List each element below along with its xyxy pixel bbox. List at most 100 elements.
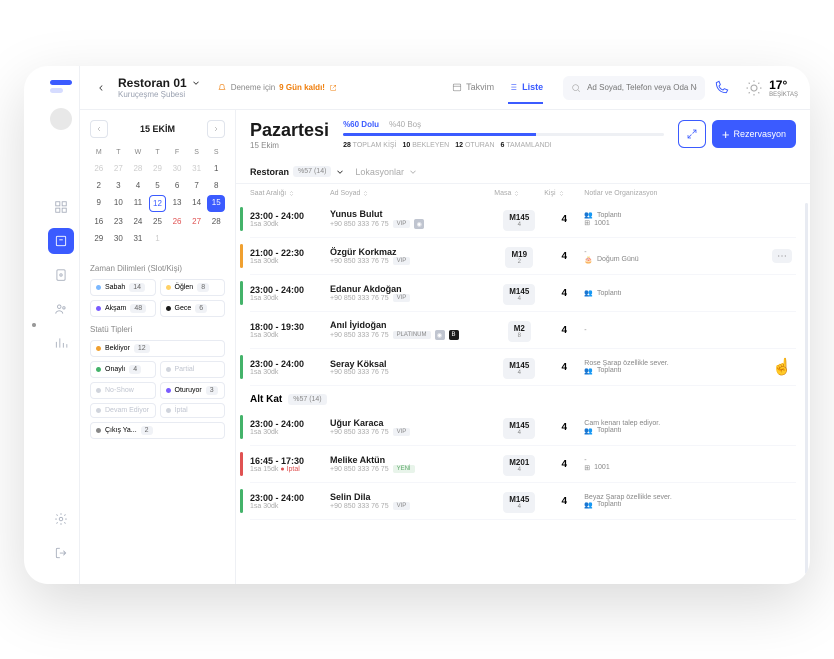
row-notes: Beyaz Şarap özellikle sever.👥Toplantı (584, 494, 772, 509)
cal-day[interactable]: 30 (110, 231, 128, 246)
sort-icon (558, 190, 565, 197)
cal-day[interactable]: 15 (207, 195, 225, 212)
row-notes: - (584, 327, 772, 334)
slot-chip[interactable]: Öğlen8 (160, 279, 226, 296)
cal-day[interactable] (168, 231, 186, 246)
slot-chip[interactable]: Gece6 (160, 300, 226, 317)
cal-day[interactable]: 12 (149, 195, 167, 212)
cal-day[interactable]: 28 (129, 161, 147, 176)
tab-restaurant[interactable]: Restoran%57 (14) (250, 160, 345, 183)
cal-day[interactable]: 14 (188, 195, 206, 212)
cal-weekday: W (129, 146, 147, 159)
sort-icon (288, 190, 295, 197)
cal-day[interactable]: 2 (90, 178, 108, 193)
user-avatar[interactable] (50, 108, 72, 130)
nav-dashboard[interactable] (48, 194, 74, 220)
sub-section-header[interactable]: Alt Kat%57 (14) (250, 386, 796, 409)
reservation-row[interactable]: 21:00 - 22:301sa 30dk Özgür Korkmaz+90 8… (250, 238, 796, 275)
row-people: 4 (544, 422, 584, 433)
total-stat: 6 TAMAMLANDI (501, 142, 552, 149)
new-reservation-button[interactable]: +Rezervasyon (712, 120, 796, 148)
calendar-prev[interactable] (90, 120, 108, 138)
col-ppl[interactable]: Kişi (544, 190, 584, 197)
cal-day[interactable]: 26 (168, 214, 186, 229)
cal-day[interactable]: 5 (149, 178, 167, 193)
cal-day[interactable]: 29 (90, 231, 108, 246)
status-chip[interactable]: Çıkış Ya...2 (90, 422, 225, 439)
row-time: 23:00 - 24:00 (250, 359, 330, 369)
reservation-row[interactable]: 23:00 - 24:001sa 30dk Edanur Akdoğan+90 … (250, 275, 796, 312)
back-button[interactable] (92, 79, 110, 97)
status-chip[interactable]: Partial (160, 361, 226, 378)
cal-day[interactable]: 6 (168, 178, 186, 193)
row-phone: +90 850 333 76 75VIP (330, 502, 494, 510)
status-chip[interactable]: Onaylı4 (90, 361, 156, 378)
reservation-row[interactable]: 23:00 - 24:001sa 30dk Uğur Karaca+90 850… (250, 409, 796, 446)
cal-day[interactable]: 31 (188, 161, 206, 176)
reservation-row[interactable]: 18:00 - 19:301sa 30dk Anıl İyidoğan+90 8… (250, 312, 796, 349)
tab-locations[interactable]: Lokasyonlar (355, 161, 418, 183)
reservation-row[interactable]: 23:00 - 24:001sa 30dk Seray Köksal+90 85… (250, 349, 796, 386)
view-list[interactable]: Liste (508, 82, 543, 104)
status-chip[interactable]: Bekliyor12 (90, 340, 225, 357)
phone-icon[interactable] (713, 80, 729, 96)
cal-day[interactable] (207, 231, 225, 246)
calendar-next[interactable] (207, 120, 225, 138)
cal-day[interactable]: 16 (90, 214, 108, 229)
cal-day[interactable]: 30 (168, 161, 186, 176)
cal-day[interactable]: 31 (129, 231, 147, 246)
cal-day[interactable]: 27 (188, 214, 206, 229)
view-calendar[interactable]: Takvim (452, 82, 494, 104)
nav-analytics[interactable] (48, 330, 74, 356)
col-time[interactable]: Saat Aralığı (250, 190, 330, 197)
nav-reports[interactable] (48, 262, 74, 288)
expand-button[interactable] (678, 120, 706, 148)
cal-day[interactable]: 25 (149, 214, 167, 229)
cal-day[interactable]: 1 (149, 231, 167, 246)
cal-day[interactable]: 9 (90, 195, 108, 212)
reservation-row[interactable]: 23:00 - 24:001sa 30dk Yunus Bulut+90 850… (250, 201, 796, 238)
cal-day[interactable]: 3 (110, 178, 128, 193)
cal-day[interactable]: 24 (129, 214, 147, 229)
status-chip[interactable]: İptal (160, 403, 226, 418)
cal-day[interactable]: 11 (129, 195, 147, 212)
restaurant-name[interactable]: Restoran 01 (118, 76, 187, 90)
cal-day[interactable]: 7 (188, 178, 206, 193)
cal-day[interactable]: 26 (90, 161, 108, 176)
cal-day[interactable] (90, 248, 108, 254)
more-button[interactable]: ⋯ (772, 249, 792, 263)
cal-day[interactable]: 1 (207, 161, 225, 176)
nav-logout[interactable] (48, 540, 74, 566)
reservation-row[interactable]: 23:00 - 24:001sa 30dk Selin Dila+90 850 … (250, 483, 796, 520)
cal-day[interactable]: 13 (168, 195, 186, 212)
cal-weekday: T (149, 146, 167, 159)
cal-day[interactable]: 4 (129, 178, 147, 193)
col-name[interactable]: Ad Soyad (330, 190, 494, 197)
nav-customers[interactable] (48, 296, 74, 322)
status-chip[interactable]: No-Show (90, 382, 156, 399)
reservation-row[interactable]: 16:45 - 17:301sa 15dk ● İptal Melike Akt… (250, 446, 796, 483)
cal-day[interactable]: 10 (110, 195, 128, 212)
slot-chip[interactable]: Akşam48 (90, 300, 156, 317)
row-people: 4 (544, 496, 584, 507)
nav-reservations[interactable] (48, 228, 74, 254)
trial-banner[interactable]: Deneme için 9 Gün kaldı! (217, 83, 337, 93)
search-box[interactable] (563, 76, 705, 100)
app-logo (50, 80, 72, 94)
row-duration: 1sa 15dk ● İptal (250, 466, 330, 473)
search-input[interactable] (587, 83, 697, 92)
row-duration: 1sa 30dk (250, 429, 330, 436)
nav-settings[interactable] (48, 506, 74, 532)
row-duration: 1sa 30dk (250, 332, 330, 339)
col-table[interactable]: Masa (494, 190, 544, 197)
slot-chip[interactable]: Sabah14 (90, 279, 156, 296)
cal-day[interactable]: 28 (207, 214, 225, 229)
chevron-down-icon (335, 167, 345, 177)
cal-day[interactable] (188, 231, 206, 246)
cal-day[interactable]: 8 (207, 178, 225, 193)
cal-day[interactable]: 27 (110, 161, 128, 176)
status-chip[interactable]: Devam Ediyor (90, 403, 156, 418)
cal-day[interactable]: 23 (110, 214, 128, 229)
status-chip[interactable]: Oturuyor3 (160, 382, 226, 399)
cal-day[interactable]: 29 (149, 161, 167, 176)
